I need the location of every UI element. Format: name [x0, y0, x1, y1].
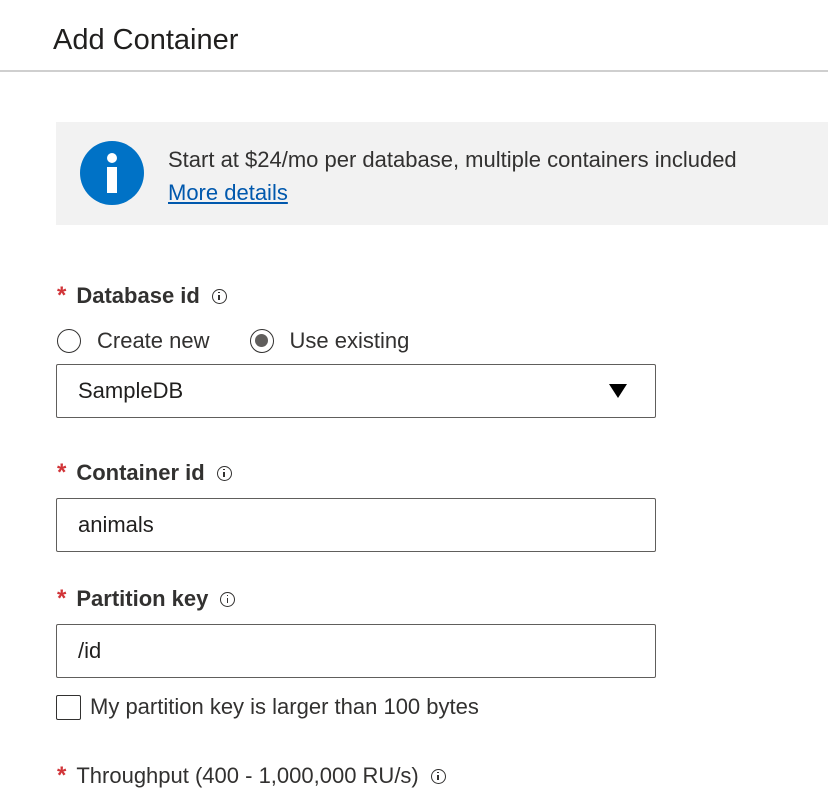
partition-key-input[interactable]: /id [56, 624, 656, 678]
info-banner: Start at $24/mo per database, multiple c… [56, 122, 828, 225]
info-tooltip-icon[interactable] [220, 591, 236, 607]
radio-use-existing[interactable]: Use existing [249, 328, 410, 354]
partition-key-label: Partition key [76, 586, 209, 611]
database-id-value: SampleDB [78, 378, 184, 403]
required-marker: * [57, 585, 67, 612]
database-id-label: Database id [76, 283, 200, 308]
info-message: Start at $24/mo per database, multiple c… [168, 147, 737, 172]
radio-create-new[interactable]: Create new [57, 328, 210, 354]
required-marker: * [57, 459, 67, 486]
radio-button-selected-icon[interactable] [249, 329, 274, 353]
partition-key-label-row: * Partition key [57, 585, 236, 612]
throughput-label-row: * Throughput (400 - 1,000,000 RU/s) [57, 763, 446, 789]
info-icon [80, 141, 144, 205]
more-details-link[interactable]: More details [168, 180, 288, 206]
required-marker: * [57, 282, 67, 309]
database-id-label-row: * Database id [57, 283, 227, 309]
page-title: Add Container [53, 24, 239, 56]
throughput-label: Throughput (400 - 1,000,000 RU/s) [76, 763, 419, 788]
info-tooltip-icon[interactable] [211, 288, 227, 304]
container-id-value: animals [78, 512, 154, 537]
database-id-dropdown[interactable]: SampleDB [56, 364, 656, 418]
radio-button-icon[interactable] [57, 329, 81, 353]
dropdown-caret-icon[interactable] [609, 384, 627, 398]
radio-create-new-label: Create new [97, 328, 210, 353]
large-partition-key-checkbox-row[interactable]: My partition key is larger than 100 byte… [56, 694, 479, 720]
info-tooltip-icon[interactable] [216, 465, 232, 481]
large-partition-key-checkbox[interactable] [56, 694, 81, 720]
add-container-panel: Add Container Start at $24/mo per databa… [0, 0, 828, 808]
large-partition-key-label: My partition key is larger than 100 byte… [90, 694, 479, 719]
container-id-input[interactable]: animals [56, 498, 656, 552]
radio-use-existing-label: Use existing [289, 328, 410, 353]
partition-key-value: /id [78, 638, 102, 663]
container-id-label-row: * Container id [57, 460, 232, 486]
database-mode-radio-group: Create new Use existing [57, 328, 449, 354]
panel-header: Add Container [0, 0, 828, 72]
required-marker: * [57, 762, 67, 789]
info-tooltip-icon[interactable] [430, 768, 446, 784]
container-id-label: Container id [76, 460, 205, 485]
